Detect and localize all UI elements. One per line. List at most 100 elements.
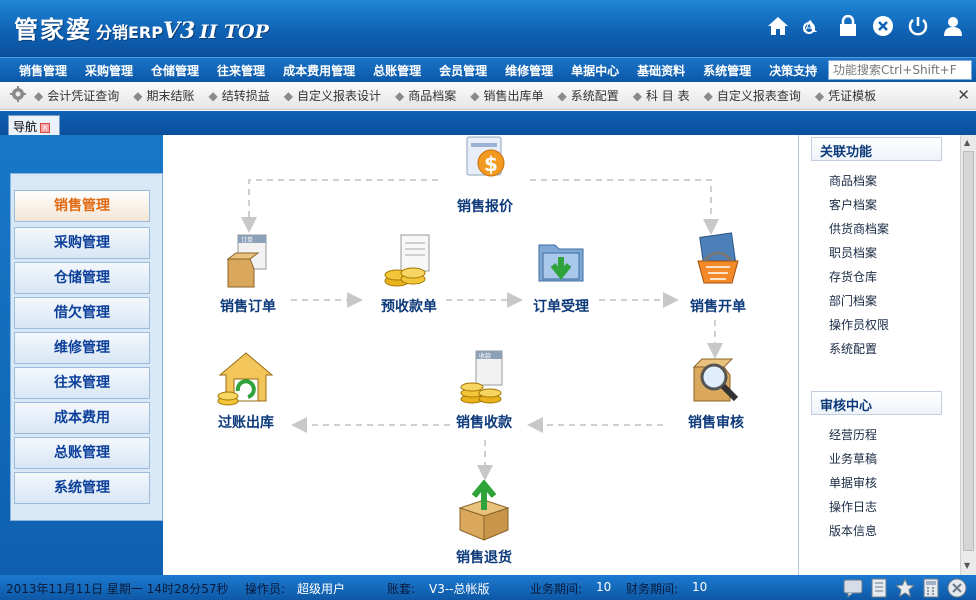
home-icon[interactable] [760, 13, 795, 39]
close-icon[interactable]: ✕ [957, 86, 970, 104]
quick-voucher-query[interactable]: ◆ 会计凭证查询 [34, 87, 119, 104]
bullet-icon: ◆ [395, 89, 405, 103]
sales-return-icon [458, 479, 510, 541]
nav-ledger[interactable]: 总账管理 [14, 437, 150, 469]
right-scrollbar[interactable]: ▲ ▼ [960, 135, 976, 575]
document-tab-bar: 导航 × [0, 111, 976, 135]
calculator-icon[interactable] [918, 576, 944, 599]
status-toolbar [840, 576, 970, 599]
link-operation-log[interactable]: 操作日志 [829, 498, 877, 515]
right-panel: 关联功能 商品档案 客户档案 供货商档案 职员档案 存货仓库 部门档案 操作员权… [798, 135, 976, 575]
link-customer-archive[interactable]: 客户档案 [829, 196, 877, 213]
nav-cost[interactable]: 成本费用 [14, 402, 150, 434]
flow-node-collect[interactable]: 收款 销售收款 [429, 345, 539, 432]
app-header: 管家婆 分销ERPV3 II TOP A [0, 0, 976, 57]
bullet-icon: ◆ [470, 89, 480, 103]
nav-purchase[interactable]: 采购管理 [14, 227, 150, 259]
menu-ledger[interactable]: 总账管理 [364, 62, 430, 79]
flow-node-prepay[interactable]: 预收款单 [354, 229, 464, 316]
bullet-icon: ◆ [133, 89, 143, 103]
favorite-star-icon[interactable] [892, 576, 918, 599]
quick-access-bar: ◆ 会计凭证查询 ◆ 期末结账 ◆ 结转损益 ◆ 自定义报表设计 ◆ 商品档案 ◆ 销售出库… [0, 82, 976, 110]
scroll-up-icon[interactable]: ▲ [964, 138, 970, 147]
flow-label-prepay: 预收款单 [381, 299, 437, 315]
menu-decision[interactable]: 决策支持 [760, 62, 826, 79]
link-operator-permission[interactable]: 操作员权限 [829, 316, 889, 333]
nav-contacts[interactable]: 往来管理 [14, 367, 150, 399]
link-version-info[interactable]: 版本信息 [829, 522, 877, 539]
link-system-config[interactable]: 系统配置 [829, 340, 877, 357]
status-account: V3--总帐版 [429, 582, 490, 596]
font-icon[interactable]: A [795, 13, 830, 39]
quick-voucher-template[interactable]: ◆ 凭证模板 [815, 87, 876, 104]
power-icon[interactable] [900, 13, 935, 39]
link-product-archive[interactable]: 商品档案 [829, 172, 877, 189]
nav-warehouse[interactable]: 仓储管理 [14, 262, 150, 294]
nav-repair[interactable]: 维修管理 [14, 332, 150, 364]
flow-node-quote[interactable]: $ 销售报价 [430, 135, 540, 216]
link-document-audit[interactable]: 单据审核 [829, 474, 877, 491]
menu-cost[interactable]: 成本费用管理 [274, 62, 364, 79]
status-account-label: 账套: [387, 582, 416, 596]
link-staff-archive[interactable]: 职员档案 [829, 244, 877, 261]
quick-account-chart[interactable]: ◆ 科 目 表 [633, 87, 690, 104]
lock-icon[interactable] [830, 13, 865, 39]
flow-node-order[interactable]: 订单 销售订单 [193, 229, 303, 316]
flow-label-audit: 销售审核 [688, 415, 744, 431]
quick-profit-transfer[interactable]: ◆ 结转损益 [209, 87, 270, 104]
main-menu-bar: 销售管理 采购管理 仓储管理 往来管理 成本费用管理 总账管理 会员管理 维修管… [0, 57, 976, 82]
menu-basic-data[interactable]: 基础资料 [628, 62, 694, 79]
quick-report-design[interactable]: ◆ 自定义报表设计 [284, 87, 381, 104]
close-circle-icon[interactable] [865, 13, 900, 39]
scrollbar-thumb[interactable] [963, 151, 974, 551]
notebook-icon[interactable] [866, 576, 892, 599]
menu-sales[interactable]: 销售管理 [10, 62, 76, 79]
logo-edition: II TOP [199, 21, 269, 43]
flow-node-invoice[interactable]: 销售开单 [663, 229, 773, 316]
message-icon[interactable] [840, 576, 866, 599]
flow-node-audit[interactable]: 销售审核 [661, 345, 771, 432]
app-logo: 管家婆 分销ERPV3 II TOP [14, 10, 269, 45]
link-stock-warehouse[interactable]: 存货仓库 [829, 268, 877, 285]
nav-sales[interactable]: 销售管理 [14, 190, 150, 222]
menu-member[interactable]: 会员管理 [430, 62, 496, 79]
link-supplier-archive[interactable]: 供货商档案 [829, 220, 889, 237]
flow-node-accept[interactable]: 订单受理 [506, 229, 616, 316]
bullet-icon: ◆ [557, 89, 567, 103]
function-search-input[interactable] [828, 60, 972, 80]
link-business-draft[interactable]: 业务草稿 [829, 450, 877, 467]
menu-warehouse[interactable]: 仓储管理 [142, 62, 208, 79]
menu-repair[interactable]: 维修管理 [496, 62, 562, 79]
gear-icon[interactable] [10, 86, 26, 105]
nav-debt[interactable]: 借欠管理 [14, 297, 150, 329]
menu-system[interactable]: 系统管理 [694, 62, 760, 79]
user-icon[interactable] [935, 13, 970, 39]
exit-icon[interactable] [944, 576, 970, 599]
scroll-down-icon[interactable]: ▼ [964, 561, 970, 570]
menu-purchase[interactable]: 采购管理 [76, 62, 142, 79]
status-fin-period-label: 财务期间: [626, 582, 679, 596]
link-department-archive[interactable]: 部门档案 [829, 292, 877, 309]
status-operator: 超级用户 [297, 582, 346, 596]
bullet-icon: ◆ [703, 89, 713, 103]
menu-contacts[interactable]: 往来管理 [208, 62, 274, 79]
quick-report-query[interactable]: ◆ 自定义报表查询 [704, 87, 801, 104]
status-fin-period: 10 [692, 580, 708, 594]
flow-node-return[interactable]: 销售退货 [429, 479, 539, 567]
quick-product-archive[interactable]: ◆ 商品档案 [395, 87, 456, 104]
quick-system-config[interactable]: ◆ 系统配置 [558, 87, 619, 104]
quick-period-close[interactable]: ◆ 期末结账 [133, 87, 194, 104]
quick-sales-outbound[interactable]: ◆ 销售出库单 [470, 87, 543, 104]
sales-order-icon: 订单 [226, 234, 267, 288]
bullet-icon: ◆ [208, 89, 218, 103]
link-business-history[interactable]: 经营历程 [829, 426, 877, 443]
tab-navigation[interactable]: 导航 × [8, 115, 60, 135]
flow-node-post[interactable]: 过账出库 [191, 345, 301, 432]
sales-flow-diagram: $ 销售报价 订单 销售订单 预收款单 订单受理 销售开单 过账出库 收款 销售… [163, 135, 798, 575]
nav-system[interactable]: 系统管理 [14, 472, 150, 504]
arrow-quote-order [241, 179, 438, 233]
menu-documents[interactable]: 单据中心 [562, 62, 628, 79]
doc-label-collect: 收款 [479, 352, 491, 360]
tab-close-icon[interactable]: × [40, 122, 51, 133]
audit-center-header: 审核中心 [811, 391, 942, 415]
